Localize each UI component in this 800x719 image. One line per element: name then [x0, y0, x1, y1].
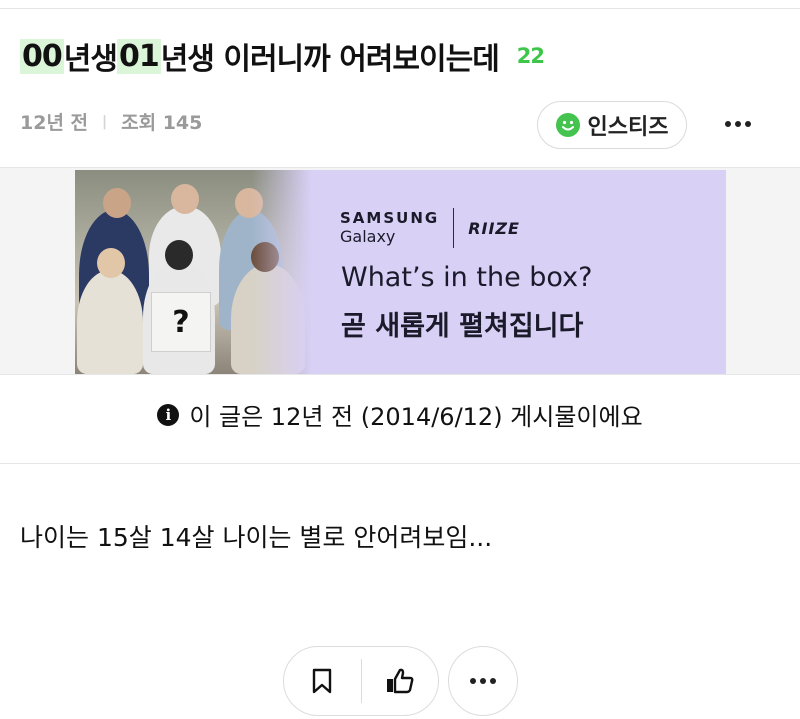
- notice-text: 이 글은 12년 전 (2014/6/12) 게시물이에요: [189, 403, 643, 431]
- brand-galaxy: Galaxy: [340, 227, 396, 246]
- brand-separator: [453, 208, 455, 248]
- ad-brand: SAMSUNG Galaxy RIIZE: [340, 208, 520, 248]
- smile-icon: [555, 113, 580, 137]
- post-time: 12년 전: [20, 112, 89, 134]
- community-label: 인스티즈: [587, 115, 669, 140]
- more-actions-button[interactable]: [448, 646, 518, 716]
- divider: [0, 463, 800, 464]
- like-button[interactable]: [362, 647, 439, 715]
- archive-notice: i 이 글은 12년 전 (2014/6/12) 게시물이에요: [0, 397, 800, 432]
- post-title: 00 년생 01 년생 이러니까 어려보이는데 22: [20, 34, 545, 78]
- ad-banner[interactable]: ? SAMSUNG Galaxy RIIZE What’s in the box…: [75, 170, 726, 374]
- brand-samsung: SAMSUNG: [340, 209, 440, 227]
- mystery-box: ?: [151, 292, 211, 352]
- more-options-button[interactable]: [718, 110, 758, 138]
- top-border: [0, 0, 800, 9]
- bookmark-button[interactable]: [284, 647, 361, 715]
- post-body: 나이는 15살 14살 나이는 별로 안어려보임...: [20, 523, 493, 552]
- meta-separator: |: [102, 113, 108, 130]
- ad-subline: 곧 새롭게 펼쳐집니다: [341, 311, 584, 342]
- bookmark-icon: [313, 668, 332, 694]
- ad-headline: What’s in the box?: [341, 262, 593, 293]
- view-count: 조회 145: [121, 112, 203, 134]
- ad-banner-container: ? SAMSUNG Galaxy RIIZE What’s in the box…: [0, 168, 800, 374]
- more-horizontal-icon: [470, 678, 496, 684]
- ad-photo: ?: [75, 170, 311, 374]
- community-button[interactable]: 인스티즈: [537, 101, 687, 149]
- title-segment: 년생 이러니까 어려보이는데: [160, 42, 500, 77]
- brand-partner: RIIZE: [468, 218, 520, 238]
- action-group: [283, 646, 439, 716]
- title-highlight: 00: [20, 38, 64, 74]
- more-horizontal-icon: [725, 121, 751, 127]
- info-icon: i: [157, 403, 180, 426]
- title-highlight: 01: [116, 38, 161, 74]
- post-meta: 12년 전 | 조회 145: [20, 108, 202, 135]
- title-segment: 년생: [63, 42, 118, 77]
- divider: [0, 374, 800, 375]
- thumbs-up-icon: [386, 668, 414, 694]
- comment-count[interactable]: 22: [517, 44, 545, 68]
